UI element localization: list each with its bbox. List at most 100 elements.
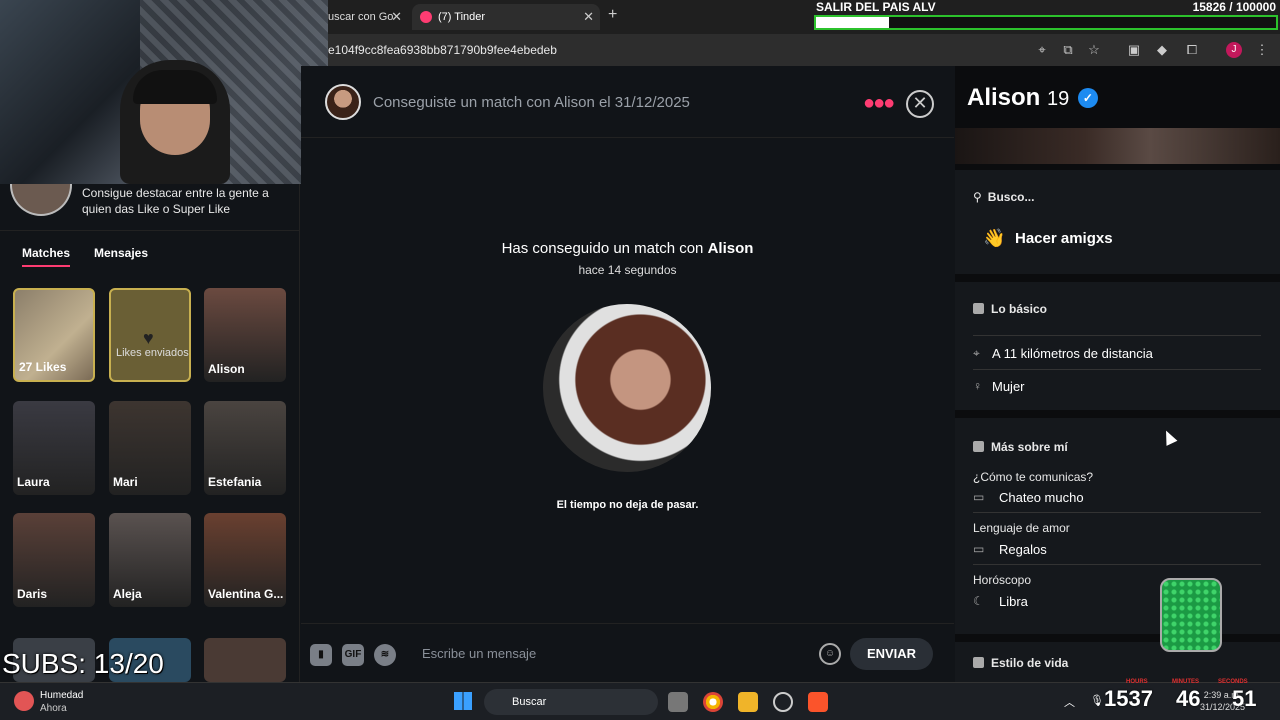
emoji-icon[interactable]: ☺ <box>819 643 841 665</box>
spotify-icon[interactable]: ≋ <box>374 644 396 666</box>
goal-progress-bar <box>814 15 1278 30</box>
puzzle-icon[interactable]: ⧠ <box>1184 42 1200 58</box>
file-explorer-icon[interactable] <box>738 692 758 712</box>
close-chat-icon[interactable]: ✕ <box>906 90 934 118</box>
match-photo[interactable] <box>543 304 711 472</box>
looking-for-value: Hacer amigxs <box>1015 230 1113 247</box>
gift-icon: ▭ <box>973 542 985 556</box>
new-tab-icon[interactable]: + <box>608 6 617 24</box>
microphone-icon[interactable]: 🎙 <box>1090 694 1104 707</box>
bookmark-star-icon[interactable]: ☆ <box>1086 42 1102 58</box>
lifestyle-header: Estilo de vida <box>973 656 1068 670</box>
card-name: Aleja <box>113 587 142 601</box>
weather-widget[interactable]: Humedad Ahora <box>40 689 83 715</box>
chat-header: Conseguiste un match con Alison el 31/12… <box>301 66 954 138</box>
more-about-section: Más sobre mí ¿Cómo te comunicas? ▭ Chate… <box>955 418 1280 634</box>
location-icon[interactable]: ⌖ <box>1034 42 1050 58</box>
close-icon[interactable]: ✕ <box>583 9 594 25</box>
match-avatar[interactable] <box>325 84 361 120</box>
tab-tinder[interactable]: (7) Tinder ✕ <box>412 4 600 30</box>
chevron-up-icon[interactable]: ︿ <box>1064 694 1075 710</box>
brave-icon[interactable] <box>808 692 828 712</box>
looking-for-section: ⚲ Busco... 👋 Hacer amigxs <box>955 170 1280 274</box>
likes-sent-card[interactable]: ♥ Likes enviados <box>109 288 191 382</box>
send-button[interactable]: ENVIAR <box>850 638 933 670</box>
timer-seconds-label: SECONDS <box>1218 679 1248 685</box>
profile-avatar-icon[interactable]: J <box>1226 42 1242 58</box>
lifestyle-icon <box>973 657 984 668</box>
promo-text[interactable]: Consigue destacar entre la gente a quien… <box>82 185 292 217</box>
message-composer: ▮ GIF ≋ Escribe un mensaje ☺ ENVIAR <box>301 623 954 682</box>
webcam-overlay <box>0 0 328 184</box>
likes-card[interactable]: 27 Likes <box>13 288 95 382</box>
message-input[interactable]: Escribe un mensaje <box>422 646 536 661</box>
looking-for-header: ⚲ Busco... <box>973 190 1034 204</box>
match-card-laura[interactable]: Laura <box>13 401 95 495</box>
url-text[interactable]: e104f9cc8fea6938bb871790b9fee4ebedeb <box>328 43 557 57</box>
extension-icon[interactable]: ◆ <box>1154 42 1170 58</box>
chat-panel: Conseguiste un match con Alison el 31/12… <box>301 66 954 682</box>
horoscope-answer: Libra <box>999 594 1028 609</box>
tab-google[interactable]: uscar con Go ✕ <box>320 4 408 30</box>
divider <box>973 512 1261 513</box>
verified-icon: ✓ <box>1077 88 1098 108</box>
goal-title: SALIR DEL PAIS ALV <box>816 0 936 14</box>
match-card-more[interactable] <box>204 638 286 682</box>
tab-matches[interactable]: Matches <box>22 246 71 267</box>
distance-text: A 11 kilómetros de distancia <box>992 346 1153 361</box>
timer-hours-label: HOURS <box>1126 679 1148 685</box>
streamer-cap <box>133 70 217 104</box>
app-icon[interactable] <box>773 692 793 712</box>
timer-hours: 1537 <box>1104 686 1153 711</box>
basics-section: Lo básico ⌖ A 11 kilómetros de distancia… <box>955 282 1280 410</box>
more-options-icon[interactable]: ●●● <box>863 92 895 115</box>
wave-hand-icon: 👋 <box>983 228 1006 248</box>
subs-counter: SUBS: 13/20 <box>2 648 164 679</box>
profile-age: 19 <box>1047 88 1070 110</box>
close-icon[interactable]: ✕ <box>391 9 402 25</box>
card-name: Likes enviados <box>116 347 189 359</box>
match-card-daris[interactable]: Daris <box>13 513 95 607</box>
card-name: Valentina G... <box>208 587 284 601</box>
sticker-icon[interactable]: ▮ <box>310 644 332 666</box>
card-name: Alison <box>208 362 245 376</box>
divider <box>973 369 1261 370</box>
match-bio: El tiempo no deja de pasar. <box>556 499 699 511</box>
profile-photo[interactable] <box>955 128 1280 164</box>
card-name: Daris <box>17 587 48 601</box>
menu-icon[interactable]: ⋮ <box>1254 42 1270 58</box>
chrome-icon[interactable] <box>703 692 723 712</box>
match-card-valentina[interactable]: Valentina G... <box>204 513 286 607</box>
timer-minutes-label: MINUTES <box>1172 679 1199 685</box>
tinder-flame-icon <box>420 11 432 23</box>
communication-answer: Chateo mucho <box>999 490 1084 505</box>
weather-title: Humedad <box>40 690 84 701</box>
goal-progress-fill <box>816 17 889 28</box>
lifestyle-section: Estilo de vida <box>955 642 1280 682</box>
tab-messages[interactable]: Mensajes <box>94 246 148 260</box>
gif-icon[interactable]: GIF <box>342 644 364 666</box>
match-card-aleja[interactable]: Aleja <box>109 513 191 607</box>
match-card-alison[interactable]: Alison <box>204 288 286 382</box>
divider <box>973 564 1261 565</box>
weather-icon[interactable] <box>14 691 34 711</box>
lifestyle-label: Estilo de vida <box>991 656 1069 670</box>
taskbar-search[interactable]: Buscar <box>484 689 658 715</box>
person-icon: ♀ <box>973 379 982 393</box>
more-about-header: Más sobre mí <box>973 440 1068 454</box>
match-card-mari[interactable]: Mari <box>109 401 191 495</box>
donation-jar <box>1160 578 1222 652</box>
windows-start-icon[interactable] <box>454 692 472 710</box>
extension-icon[interactable]: ▣ <box>1126 42 1142 58</box>
love-language-question: Lenguaje de amor <box>973 521 1070 535</box>
basics-label: Lo básico <box>991 302 1048 316</box>
horoscope-question: Horóscopo <box>973 573 1032 587</box>
card-name: Laura <box>17 475 50 489</box>
card-name: Mari <box>113 475 138 489</box>
search-icon: ⚲ <box>973 190 982 204</box>
more-about-label: Más sobre mí <box>991 440 1068 454</box>
cast-icon[interactable]: ⧉ <box>1060 42 1076 58</box>
match-card-estefania[interactable]: Estefania <box>204 401 286 495</box>
windows-taskbar: Humedad Ahora Buscar ︿ 🎙 2:39 a.m. 31/12… <box>0 682 1280 720</box>
task-view-icon[interactable] <box>668 692 688 712</box>
